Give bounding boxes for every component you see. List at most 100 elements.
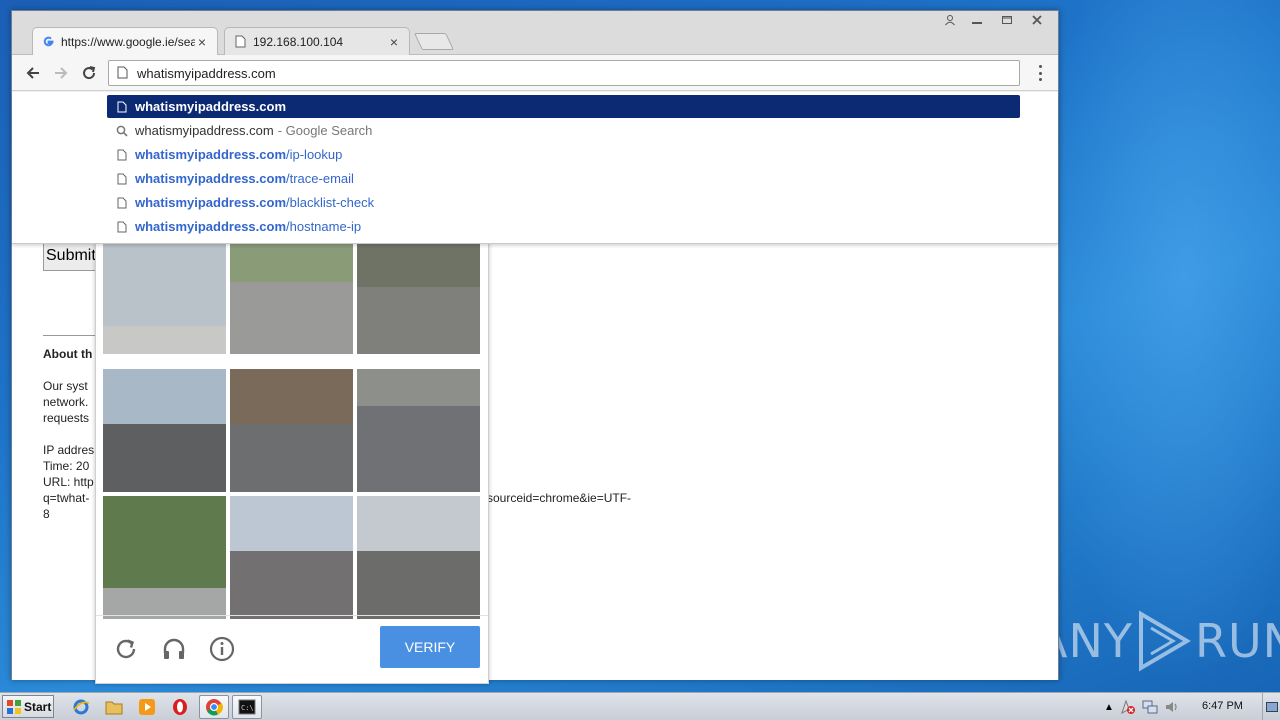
about-heading: About th (43, 347, 93, 361)
tab-strip: https://www.google.ie/sear × 192.168.100… (12, 11, 1058, 55)
suggestion-path: /blacklist-check (286, 195, 375, 210)
media-player-icon[interactable] (132, 695, 162, 719)
captcha-widget: VERIFY (95, 242, 489, 684)
suggestion-domain: whatismyipaddress.com (135, 195, 286, 210)
suggestion-path: /trace-email (286, 171, 354, 186)
headphones-icon[interactable] (159, 634, 189, 664)
system-tray: ▲ (1104, 693, 1180, 720)
tab-ip[interactable]: 192.168.100.104 × (224, 27, 410, 55)
suggestion-domain: whatismyipaddress.com (135, 171, 286, 186)
new-tab-button[interactable] (414, 33, 454, 50)
start-button[interactable]: Start (2, 695, 54, 718)
desktop-glow (1040, 0, 1280, 692)
clock: 6:47 PM (1202, 700, 1243, 712)
tab-close-icon[interactable]: × (387, 34, 401, 50)
url-end: 8 (43, 507, 50, 521)
watermark-right: RUN (1194, 614, 1280, 668)
minimize-icon[interactable] (962, 11, 992, 29)
captcha-tile-highway-car[interactable] (357, 496, 480, 619)
verify-button[interactable]: VERIFY (380, 626, 480, 668)
suggestion-domain: whatismyipaddress.com (135, 147, 286, 162)
divider (43, 335, 103, 336)
suggestion-item[interactable]: whatismyipaddress.com/hostname-ip (107, 215, 1020, 238)
omnibox-suggestions: whatismyipaddress.com whatismyipaddress.… (12, 92, 1058, 244)
chrome-icon[interactable] (199, 695, 229, 719)
captcha-tile-lakeshore[interactable] (103, 243, 226, 354)
time-line: Time: 20 (43, 459, 90, 473)
action-center-icon[interactable] (1120, 699, 1136, 715)
folder-icon[interactable] (99, 695, 129, 719)
suggestion-item[interactable]: whatismyipaddress.com/blacklist-check (107, 191, 1020, 214)
captcha-tile-motorcycle[interactable] (357, 243, 480, 354)
para-line: Our syst (43, 379, 88, 393)
back-arrow-icon (26, 67, 39, 79)
captcha-tile-crosswalk-2[interactable] (357, 369, 480, 492)
reload-button[interactable] (77, 61, 101, 85)
page-icon (117, 66, 131, 80)
ip-line: IP addres (43, 443, 95, 457)
captcha-tile-trees-parked-cars[interactable] (103, 496, 226, 619)
url-line: URL: http (43, 475, 94, 489)
page-icon (115, 148, 129, 162)
submit-button[interactable]: Submit (43, 241, 103, 271)
windows-logo-icon (7, 699, 21, 714)
address-input[interactable] (137, 65, 997, 81)
cmd-icon[interactable]: C:\ (232, 695, 262, 719)
forward-button[interactable] (49, 61, 73, 85)
url-tail: sourceid=chrome&ie=UTF- (487, 491, 632, 505)
profile-icon[interactable] (938, 11, 962, 29)
suggestion-text: whatismyipaddress.com (135, 99, 286, 114)
show-desktop-icon[interactable] (1262, 693, 1280, 720)
back-button[interactable] (21, 61, 45, 85)
suggestion-item[interactable]: whatismyipaddress.com/ip-lookup (107, 143, 1020, 166)
reload-icon (83, 66, 96, 80)
url-line-2: q=twhat- (43, 491, 90, 505)
tray-expand-icon[interactable]: ▲ (1104, 702, 1114, 713)
para-line: network. (43, 395, 89, 409)
para-line: requests (43, 411, 90, 425)
network-icon[interactable] (1142, 699, 1158, 715)
start-label: Start (24, 699, 52, 714)
toolbar (12, 55, 1058, 91)
tab-label: https://www.google.ie/sear (61, 34, 195, 49)
close-window-icon[interactable] (1022, 11, 1052, 29)
captcha-tile-crosswalk-1[interactable] (230, 369, 353, 492)
anyrun-watermark: ANY RUN (1036, 606, 1280, 676)
page-icon (233, 35, 247, 49)
suggestion-path: /hostname-ip (286, 219, 362, 234)
page-icon (115, 196, 129, 210)
google-favicon-icon (41, 35, 55, 49)
tab-close-icon[interactable]: × (195, 34, 209, 50)
search-icon (115, 124, 129, 138)
address-bar[interactable] (108, 60, 1020, 86)
suggestion-item[interactable]: whatismyipaddress.com - Google Search (107, 119, 1020, 142)
refresh-icon[interactable] (111, 634, 141, 664)
info-icon[interactable] (207, 634, 237, 664)
svg-text:C:\: C:\ (241, 704, 254, 712)
forward-arrow-icon (55, 67, 68, 79)
taskbar: Start C:\ ▲ 6:47 PM (0, 692, 1280, 720)
tab-google[interactable]: https://www.google.ie/sear × (32, 27, 218, 55)
suggestion-item[interactable]: whatismyipaddress.com (107, 95, 1020, 118)
page-icon (115, 172, 129, 186)
suggestion-item[interactable]: whatismyipaddress.com/trace-email (107, 167, 1020, 190)
page-icon (115, 220, 129, 234)
browser-window: https://www.google.ie/sear × 192.168.100… (11, 10, 1059, 684)
page-icon (115, 100, 129, 114)
suggestion-text: whatismyipaddress.com (135, 123, 274, 138)
opera-icon[interactable] (165, 695, 195, 719)
ie-icon[interactable] (66, 695, 96, 719)
captcha-tile-city-street[interactable] (103, 369, 226, 492)
tab-label: 192.168.100.104 (253, 34, 344, 49)
menu-icon[interactable] (1034, 65, 1046, 81)
suggestion-suffix: - Google Search (277, 123, 373, 138)
play-logo-icon (1138, 610, 1191, 672)
window-controls (938, 11, 1052, 29)
restore-icon[interactable] (992, 11, 1022, 29)
volume-icon[interactable] (1164, 699, 1180, 715)
suggestion-domain: whatismyipaddress.com (135, 219, 286, 234)
captcha-footer: VERIFY (96, 615, 488, 685)
suggestion-path: /ip-lookup (286, 147, 343, 162)
captcha-tile-highway-cars[interactable] (230, 243, 353, 354)
captcha-tile-residential-street[interactable] (230, 496, 353, 619)
